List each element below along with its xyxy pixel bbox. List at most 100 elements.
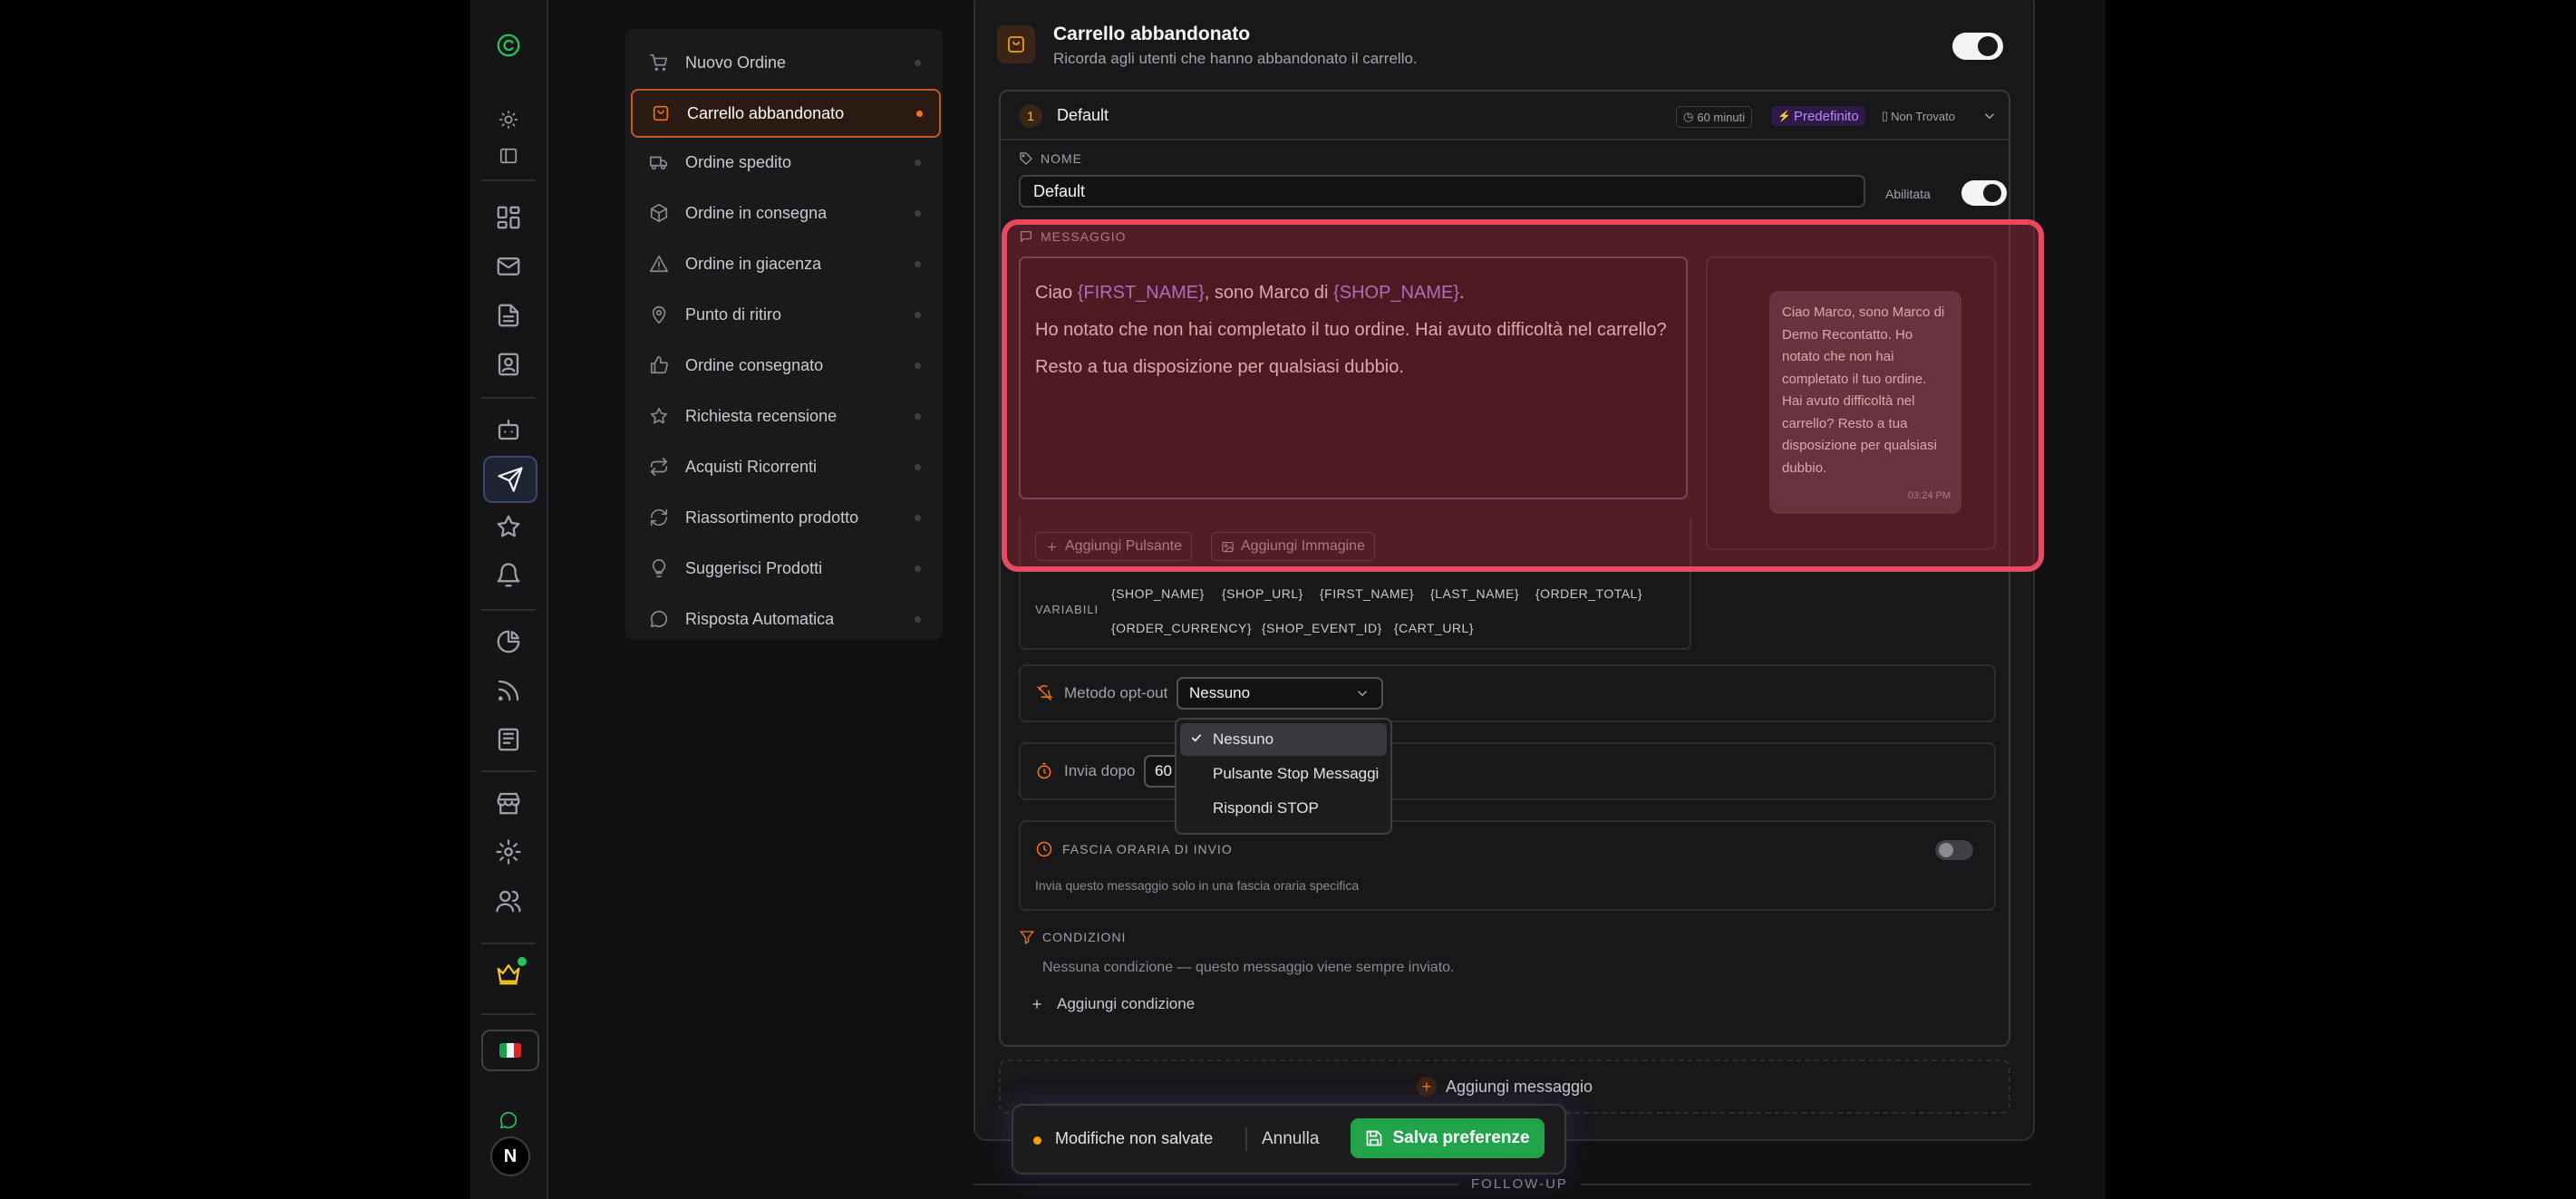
store-icon[interactable] [483, 781, 534, 825]
chat-icon [649, 609, 669, 629]
bot-icon[interactable] [483, 408, 534, 451]
check-icon [1189, 730, 1204, 749]
send-after-label: Invia dopo [1064, 762, 1136, 779]
automation-enabled-toggle[interactable] [1952, 33, 2003, 60]
variable-token[interactable]: {SHOP_EVENT_ID} [1262, 621, 1382, 635]
nav-item-ordine-spedito[interactable]: Ordine spedito [631, 140, 937, 185]
message-preview: Ciao Marco, sono Marco di Demo Recontatt… [1706, 256, 1996, 550]
name-label: NOME [1019, 151, 1082, 166]
variables-label: VARIABILI [1035, 603, 1099, 616]
crown-icon[interactable] [483, 952, 534, 995]
collapse-panel-icon[interactable] [483, 134, 534, 178]
preview-bubble: Ciao Marco, sono Marco di Demo Recontatt… [1769, 291, 1961, 514]
analytics-pie-icon[interactable] [483, 620, 534, 663]
bag-icon [997, 25, 1035, 63]
conditions-label: CONDIZIONI [1019, 929, 1126, 945]
opt-out-label: Metodo opt-out [1064, 684, 1168, 701]
time-window-toggle[interactable] [1935, 840, 1973, 860]
nav-item-risposta-automatica[interactable]: Risposta Automatica [631, 596, 937, 642]
mail-icon[interactable] [483, 245, 534, 288]
nav-item-ordine-in-giacenza[interactable]: Ordine in giacenza [631, 241, 937, 286]
chevron-down-icon[interactable] [1981, 108, 1998, 124]
lightbulb-icon [649, 558, 669, 578]
send-after-row: Invia dopo 60 [1019, 742, 1996, 800]
message-textarea[interactable]: Ciao {FIRST_NAME}, sono Marco di {SHOP_N… [1019, 256, 1688, 499]
opt-out-option-stop-button[interactable]: Pulsante Stop Messaggi [1180, 758, 1387, 790]
opt-out-dropdown: Nessuno Pulsante Stop Messaggi Rispondi … [1175, 718, 1392, 835]
nav-item-acquisti-ricorrenti[interactable]: Acquisti Ricorrenti [631, 444, 937, 489]
delay-badge: ◷ 60 minuti [1676, 106, 1753, 128]
bell-off-icon [1035, 684, 1053, 702]
opt-out-option-nessuno[interactable]: Nessuno [1180, 723, 1387, 756]
file-icon: ▯ [1882, 109, 1889, 122]
nav-item-ordine-in-consegna[interactable]: Ordine in consegna [631, 190, 937, 236]
repeat-icon [649, 457, 669, 477]
nav-item-riassortimento-prodotto[interactable]: Riassortimento prodotto [631, 495, 937, 540]
clock-icon: ◷ [1683, 110, 1694, 123]
nav-item-carrello-abbandonato[interactable]: Carrello abbandonato [631, 89, 941, 138]
contacts-icon[interactable] [483, 343, 534, 386]
opt-out-select[interactable]: Nessuno [1177, 677, 1383, 710]
document-icon[interactable] [483, 294, 534, 337]
page-subtitle: Ricorda agli utenti che hanno abbandonat… [1053, 50, 1418, 67]
plus-icon [1048, 542, 1056, 551]
whatsapp-chat-icon[interactable] [483, 1098, 534, 1142]
nav-item-suggerisci-prodotti[interactable]: Suggerisci Prodotti [631, 546, 937, 591]
message-label: MESSAGGIO [1019, 229, 1127, 244]
variable-token[interactable]: {FIRST_NAME} [1320, 586, 1414, 601]
automation-nav: Nuovo Ordine Carrello abbandonato Ordine… [625, 29, 943, 640]
unsaved-changes-bar: Modifiche non salvate Annulla Salva pref… [1012, 1104, 1566, 1175]
package-icon [649, 203, 669, 223]
message-card: 1 Default ◷ 60 minuti ⚡ Predefinito ▯ Non T… [999, 90, 2010, 1047]
feed-icon[interactable] [483, 669, 534, 712]
variable-token[interactable]: {SHOP_URL} [1222, 586, 1303, 601]
time-window-box: FASCIA ORARIA DI INVIO Invia questo mess… [1019, 820, 1996, 911]
plus-icon [1032, 1000, 1041, 1009]
bag-icon [651, 103, 671, 123]
variable-token[interactable]: {ORDER_CURRENCY} [1111, 621, 1252, 635]
opt-out-option-rispondi-stop[interactable]: Rispondi STOP [1180, 792, 1387, 825]
save-preferences-button[interactable]: Salva preferenze [1351, 1118, 1545, 1158]
variable-token[interactable]: {SHOP_NAME} [1111, 586, 1205, 601]
unsaved-dot-icon [1033, 1136, 1041, 1145]
cancel-button[interactable]: Annulla [1262, 1129, 1319, 1149]
send-icon[interactable] [483, 456, 537, 503]
user-avatar[interactable]: N [490, 1136, 530, 1176]
nav-item-nuovo-ordine[interactable]: Nuovo Ordine [631, 40, 937, 85]
truck-icon [649, 152, 669, 172]
nav-item-richiesta-recensione[interactable]: Richiesta recensione [631, 393, 937, 439]
add-condition-button[interactable]: Aggiungi condizione [1030, 995, 1195, 1013]
message-name: Default [1057, 106, 1109, 124]
plus-icon: + [1416, 1077, 1437, 1097]
add-image-button[interactable]: Aggiungi Immagine [1211, 532, 1375, 561]
variable-token[interactable]: {LAST_NAME} [1430, 586, 1519, 601]
star-icon[interactable] [483, 505, 534, 548]
warning-icon [649, 254, 669, 274]
preview-time: 03:24 PM [1907, 489, 1951, 501]
message-enabled-toggle[interactable] [1961, 180, 2007, 206]
chevron-down-icon [1357, 691, 1368, 697]
tag-icon [1020, 152, 1032, 165]
nav-item-punto-di-ritiro[interactable]: Punto di ritiro [631, 292, 937, 337]
automation-panel: Carrello abbandonato Ricorda agli utenti… [973, 0, 2035, 1141]
language-flag-icon[interactable] [481, 1030, 539, 1071]
filter-icon [1019, 931, 1035, 944]
dashboard-icon[interactable] [483, 196, 534, 239]
name-input[interactable]: Default [1019, 175, 1865, 208]
variable-token[interactable]: {CART_URL} [1394, 621, 1474, 635]
logo-icon[interactable] [483, 24, 534, 67]
variable-token[interactable]: {ORDER_TOTAL} [1535, 586, 1642, 601]
nav-item-ordine-consegnato[interactable]: Ordine consegnato [631, 343, 937, 388]
message-number: 1 [1019, 104, 1042, 128]
app-window: N Nuovo Ordine Carrello abbandonato Ordi… [470, 0, 2106, 1199]
message-card-header[interactable]: 1 Default ◷ 60 minuti ⚡ Predefinito ▯ Non T… [1001, 92, 2009, 140]
time-window-description: Invia questo messaggio solo in una fasci… [1035, 878, 1360, 893]
add-button-button[interactable]: Aggiungi Pulsante [1035, 532, 1192, 561]
team-users-icon[interactable] [483, 879, 534, 923]
news-icon[interactable] [483, 718, 534, 761]
conditions-note: Nessuna condizione — questo messaggio vi… [1042, 960, 1455, 975]
status-badge: ▯ Non Trovato [1882, 109, 1955, 123]
cart-icon [649, 53, 669, 73]
bell-icon[interactable] [483, 554, 534, 597]
settings-gear-icon[interactable] [483, 830, 534, 874]
